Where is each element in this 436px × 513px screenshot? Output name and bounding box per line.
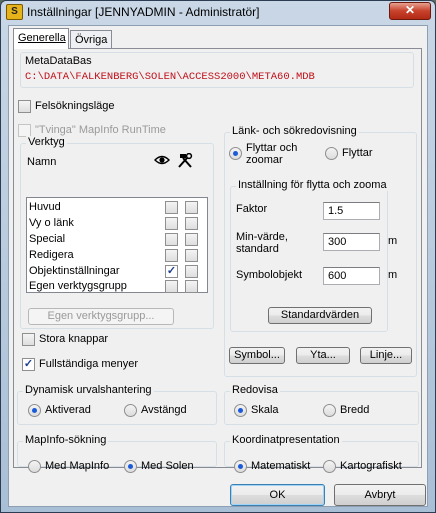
dynamisk-avstangd-label: Avstängd [141,404,187,416]
symbolobjekt-field[interactable]: 600 [323,267,380,285]
tab-generella[interactable]: Generella [13,28,69,49]
list-item[interactable]: Objektinställningar ✓ [29,264,207,280]
tool-checkbox[interactable] [185,233,198,246]
verktyg-item-label: Special [29,233,66,245]
close-button[interactable]: ✕ [389,2,431,20]
list-item[interactable]: Huvud [29,200,207,216]
redovisa-skala-label: Skala [251,404,279,416]
verktyg-item-label: Vy o länk [29,217,74,229]
metadatabas-path: C:\DATA\FALKENBERG\SOLEN\ACCESS2000\META… [25,71,315,83]
flytta-zooma-title: Inställning för flytta och zooma [236,179,389,191]
visible-checkbox[interactable]: ✓ [165,265,178,278]
visible-checkbox[interactable] [165,249,178,262]
tool-checkbox[interactable] [185,280,198,293]
faktor-field[interactable]: 1.5 [323,202,380,220]
felsokningslage-checkbox[interactable] [18,100,31,113]
tool-checkbox[interactable] [185,265,198,278]
list-item[interactable]: Vy o länk [29,216,207,232]
symbolobjekt-label: Symbolobjekt [236,269,303,281]
dialog-footer: OK Avbryt [9,468,427,508]
lank-flyttar-zoomar-label: Flyttar och zoomar [246,142,298,166]
list-item[interactable]: Redigera [29,248,207,264]
min-varde-field[interactable]: 300 [323,233,380,251]
verktyg-title: Verktyg [26,136,67,148]
tab-generella-label: Generella [18,32,66,44]
redovisa-bredd-radio[interactable] [323,404,336,417]
tool-checkbox[interactable] [185,201,198,214]
visible-checkbox[interactable] [165,280,178,293]
tool-checkbox[interactable] [185,249,198,262]
tab-panel-generella: MetaDataBas C:\DATA\FALKENBERG\SOLEN\ACC… [13,48,422,473]
yta-button[interactable]: Yta... [296,347,350,364]
visible-checkbox[interactable] [165,233,178,246]
verktyg-item-label: Egen verktygsgrupp [29,280,127,292]
metadatabas-title: MetaDataBas [25,55,92,67]
lank-flyttar-zoomar-radio[interactable] [229,147,242,160]
app-icon: S [6,4,23,20]
verktyg-col-namn: Namn [27,156,57,168]
lank-title: Länk- och sökredovisning [230,125,359,137]
visible-checkbox[interactable] [165,201,178,214]
redovisa-bredd-label: Bredd [340,404,370,416]
dynamisk-aktiverad-radio[interactable] [28,404,41,417]
min-varde-label: Min-värde, standard [236,231,288,255]
window-title: Inställningar [JENNYADMIN - Administratö… [27,5,260,19]
redovisa-title: Redovisa [230,384,280,396]
verktyg-list[interactable]: Huvud Vy o länk Special Redigera Objekti… [26,197,208,293]
dialog-client: Generella Övriga MetaDataBas C:\DATA\FAL… [8,25,428,507]
tool-checkbox[interactable] [185,217,198,230]
dynamisk-avstangd-radio[interactable] [124,404,137,417]
list-item[interactable]: Egen verktygsgrupp [29,279,207,295]
metadatabas-group: MetaDataBas C:\DATA\FALKENBERG\SOLEN\ACC… [20,52,414,88]
eye-icon [154,155,170,165]
list-item[interactable]: Special [29,232,207,248]
tools-icon [178,153,193,168]
faktor-label: Faktor [236,203,268,215]
standardvarden-button[interactable]: Standardvärden [268,307,372,324]
fullstandiga-menyer-checkbox[interactable]: ✓ [22,358,35,371]
avbryt-button[interactable]: Avbryt [334,484,426,506]
tab-ovriga[interactable]: Övriga [70,30,112,49]
verktyg-item-label: Objektinställningar [29,265,120,277]
tab-ovriga-label: Övriga [75,34,108,46]
ok-button[interactable]: OK [230,484,325,506]
mapinfo-sokning-title: MapInfo-sökning [23,434,109,446]
symbol-button[interactable]: Symbol... [229,347,285,364]
tvinga-label: "Tvinga" MapInfo RunTime [35,124,166,136]
dynamisk-aktiverad-label: Aktiverad [45,404,91,416]
redovisa-skala-radio[interactable] [234,404,247,417]
linje-button[interactable]: Linje... [360,347,412,364]
koordinat-title: Koordinatpresentation [230,434,342,446]
verktyg-item-label: Huvud [29,201,61,213]
felsokningslage-label: Felsökningsläge [35,100,115,112]
lank-flyttar-label: Flyttar [342,147,373,159]
title-bar[interactable]: S Inställningar [JENNYADMIN - Administra… [1,1,435,23]
min-varde-unit: m [388,235,398,247]
symbolobjekt-unit: m [388,269,398,281]
stora-knappar-label: Stora knappar [39,333,109,345]
fullstandiga-menyer-label: Fullständiga menyer [39,358,139,370]
settings-window: S Inställningar [JENNYADMIN - Administra… [0,0,436,513]
egen-verktygsgrupp-button[interactable]: Egen verktygsgrupp... [28,308,174,325]
stora-knappar-checkbox[interactable] [22,333,35,346]
lank-flyttar-radio[interactable] [325,147,338,160]
dynamisk-title: Dynamisk urvalshantering [23,384,154,396]
visible-checkbox[interactable] [165,217,178,230]
verktyg-item-label: Redigera [29,249,74,261]
